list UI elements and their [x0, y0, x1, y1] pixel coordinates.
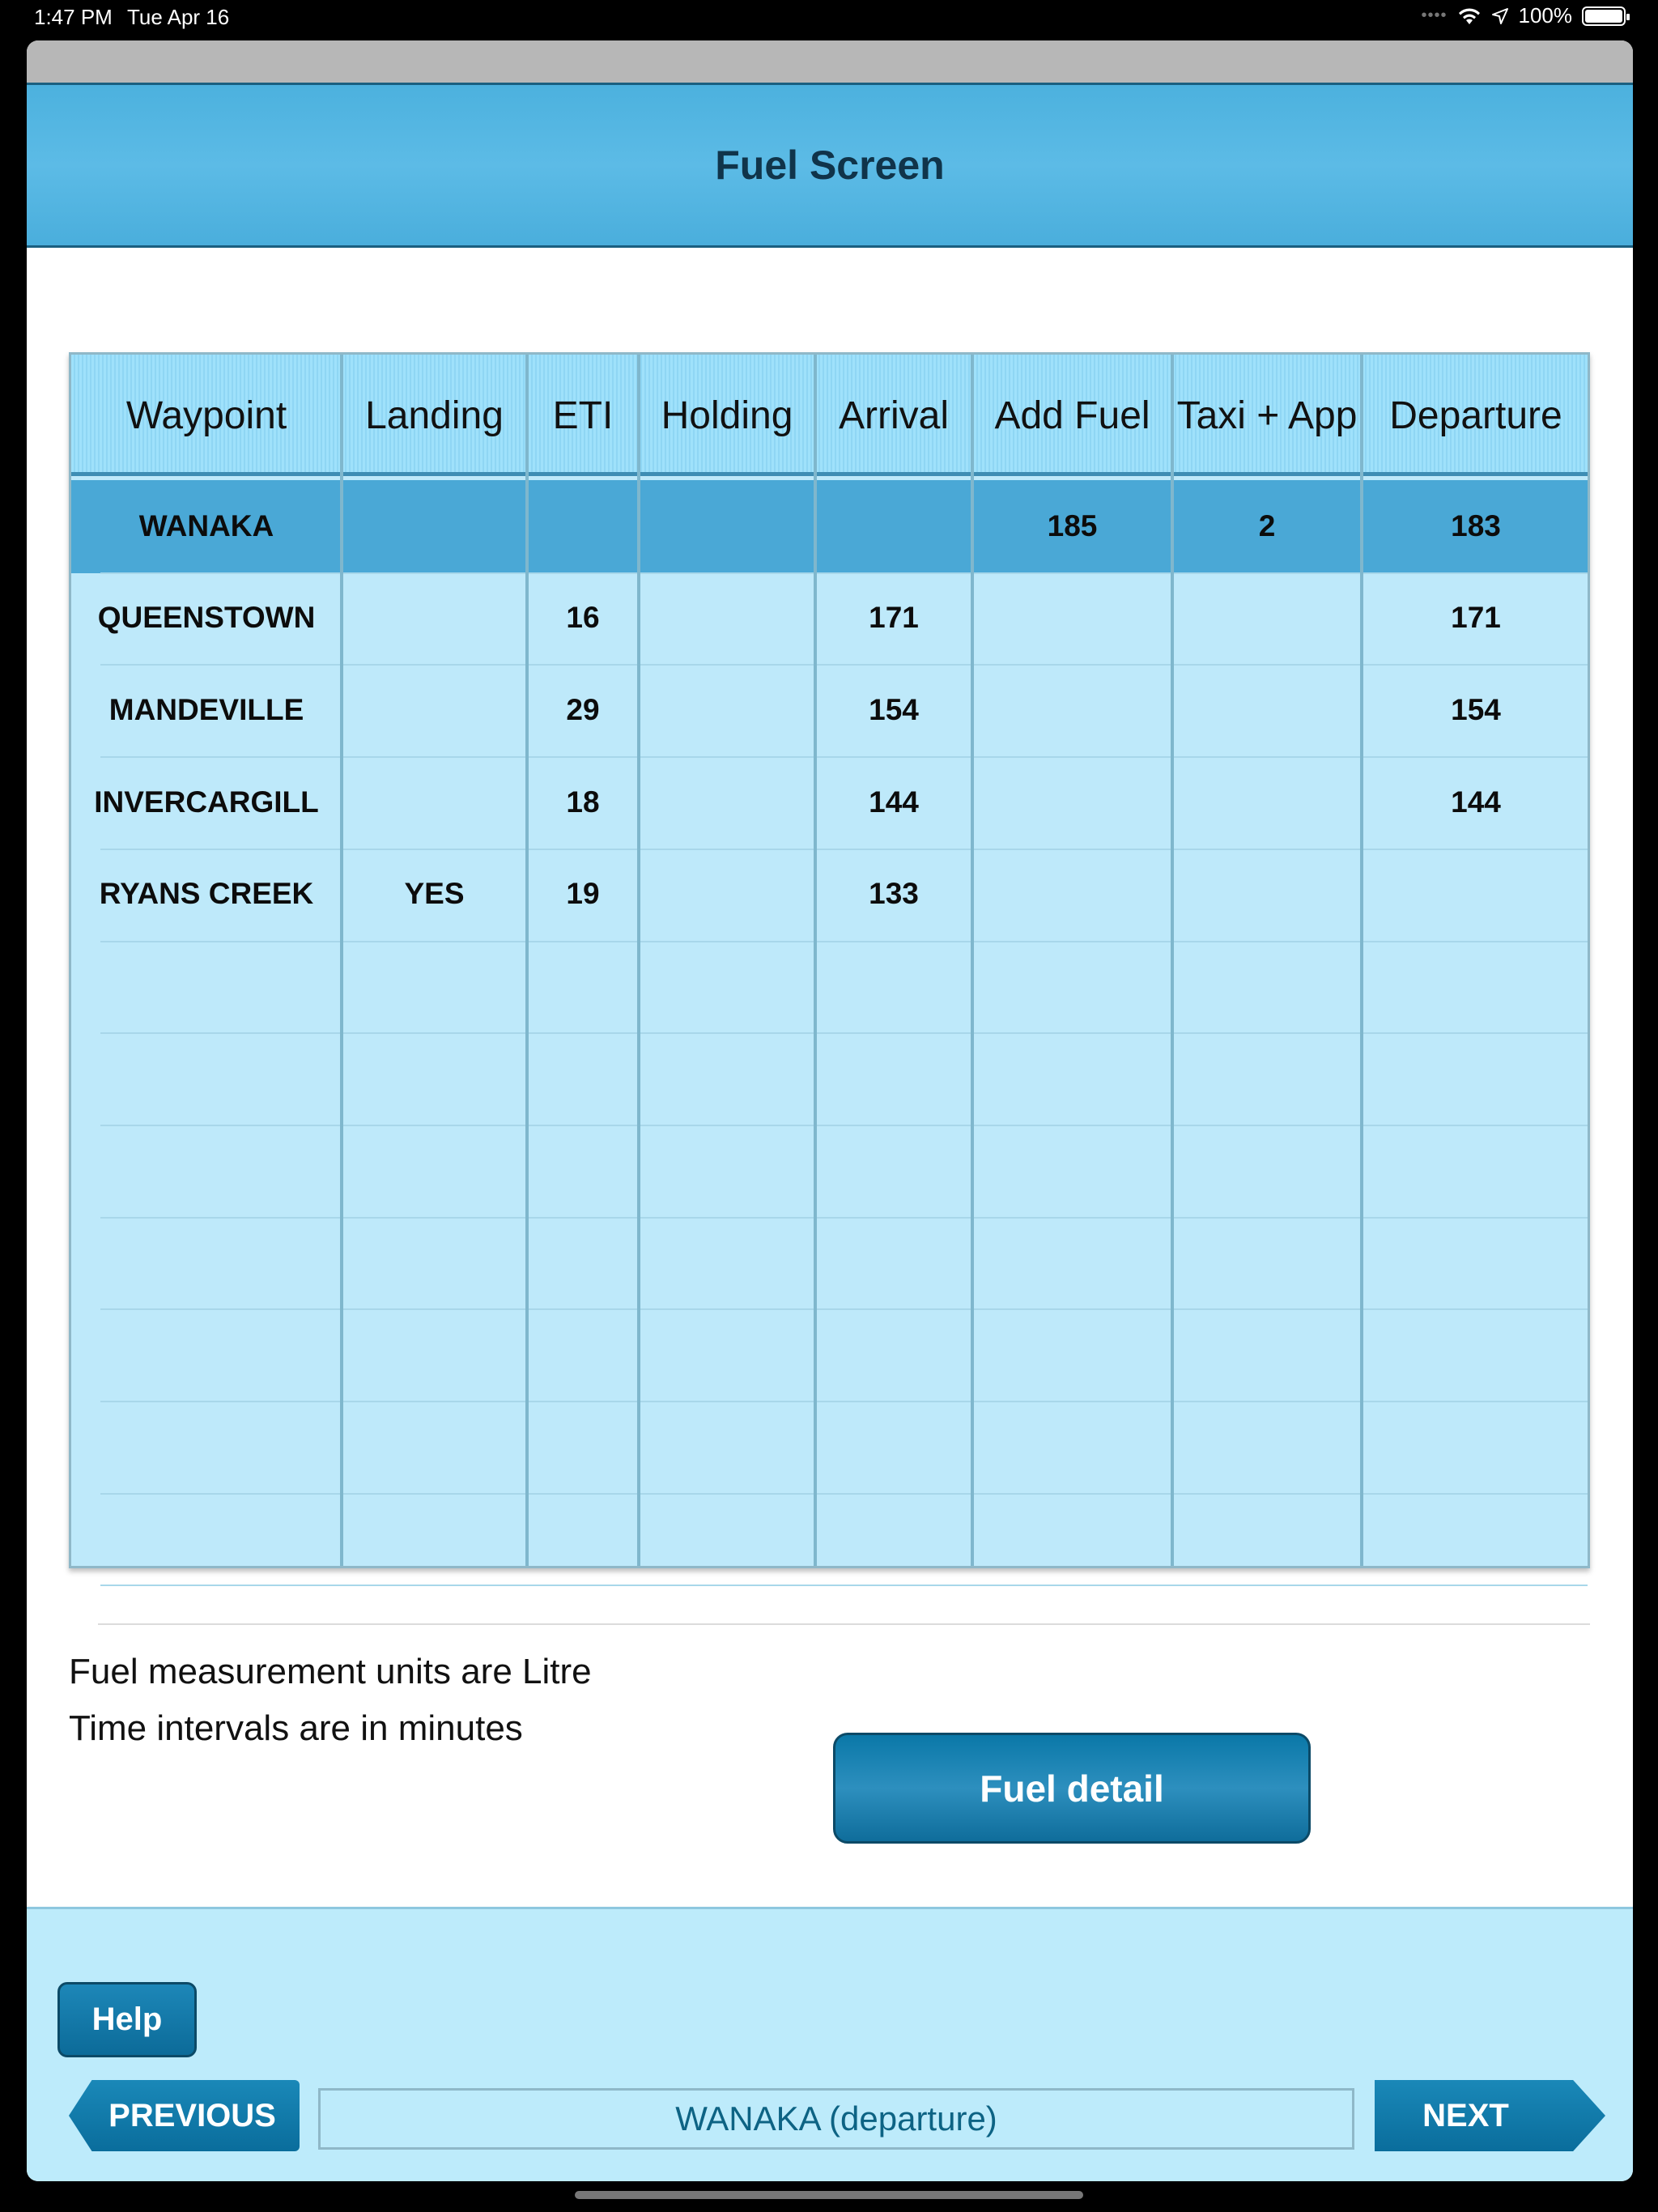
column-divider	[971, 355, 974, 1566]
column-divider	[637, 355, 640, 1566]
cell-eti[interactable]: 29	[527, 664, 639, 755]
bottom-panel: Help PREVIOUS WANAKA (departure) NEXT	[27, 1907, 1633, 2181]
time-note: Time intervals are in minutes	[69, 1708, 523, 1748]
cell-add-fuel[interactable]	[972, 664, 1172, 755]
help-label: Help	[91, 2001, 163, 2037]
row-divider	[100, 1585, 1588, 1587]
cell-add-fuel[interactable]: 185	[972, 480, 1172, 572]
status-time: 1:47 PM	[34, 5, 113, 29]
column-header-departure: Departure	[1389, 393, 1562, 437]
cell-taxi-app[interactable]	[1172, 849, 1362, 940]
cell-arrival[interactable]	[815, 480, 972, 572]
cell-landing[interactable]	[342, 480, 527, 572]
previous-button[interactable]: PREVIOUS	[69, 2080, 300, 2151]
cell-eti[interactable]: 19	[527, 849, 639, 940]
cell-eti[interactable]	[527, 480, 639, 572]
status-date: Tue Apr 16	[127, 5, 230, 29]
cell-taxi-app[interactable]: 2	[1172, 480, 1362, 572]
top-bar	[27, 40, 1633, 83]
cell-holding[interactable]	[639, 480, 815, 572]
cell-landing[interactable]	[342, 756, 527, 848]
cell-waypoint[interactable]: QUEENSTOWN	[71, 572, 342, 664]
cell-arrival[interactable]: 154	[815, 664, 972, 755]
column-header-landing: Landing	[365, 393, 504, 437]
column-divider	[340, 355, 343, 1566]
fuel-detail-label: Fuel detail	[980, 1767, 1164, 1810]
page-title: Fuel Screen	[715, 143, 945, 188]
header-bar: Fuel Screen	[27, 83, 1633, 248]
column-divider	[1360, 355, 1363, 1566]
cell-landing[interactable]	[342, 572, 527, 664]
cell-taxi-app[interactable]	[1172, 756, 1362, 848]
fuel-detail-button[interactable]: Fuel detail	[833, 1733, 1311, 1844]
cell-add-fuel[interactable]	[972, 572, 1172, 664]
cell-landing[interactable]	[342, 664, 527, 755]
cell-taxi-app[interactable]	[1172, 572, 1362, 664]
cell-arrival[interactable]: 144	[815, 756, 972, 848]
wifi-icon	[1458, 7, 1480, 24]
cell-arrival[interactable]: 133	[815, 849, 972, 940]
column-header-arrival: Arrival	[838, 393, 949, 437]
cell-holding[interactable]	[639, 572, 815, 664]
cell-add-fuel[interactable]	[972, 756, 1172, 848]
row-divider	[100, 848, 1588, 850]
cellular-icon: ••••	[1421, 6, 1448, 24]
cell-holding[interactable]	[639, 664, 815, 755]
column-header-add-fuel: Add Fuel	[994, 393, 1150, 437]
column-divider	[1171, 355, 1174, 1566]
row-divider	[100, 940, 1588, 942]
row-divider	[100, 572, 1588, 574]
help-button[interactable]: Help	[57, 1982, 197, 2057]
row-divider	[100, 664, 1588, 666]
cell-arrival[interactable]: 171	[815, 572, 972, 664]
current-waypoint-label: WANAKA (departure)	[675, 2099, 997, 2138]
row-divider	[100, 1032, 1588, 1035]
cell-departure[interactable]: 183	[1362, 480, 1590, 572]
status-bar: 1:47 PM Tue Apr 16 •••• 100%	[0, 0, 1658, 34]
next-label: NEXT	[1422, 2097, 1509, 2133]
home-indicator[interactable]	[575, 2191, 1083, 2199]
row-divider	[100, 1492, 1588, 1495]
app-screen: Fuel Screen Waypoint Landing ETI Holding Arr…	[27, 40, 1633, 2181]
cell-waypoint[interactable]: INVERCARGILL	[71, 756, 342, 848]
divider	[98, 1623, 1590, 1625]
column-divider	[814, 355, 817, 1566]
next-button[interactable]: NEXT	[1375, 2080, 1605, 2151]
cell-eti[interactable]: 18	[527, 756, 639, 848]
cell-waypoint[interactable]: MANDEVILLE	[71, 664, 342, 755]
cell-departure[interactable]	[1362, 849, 1590, 940]
row-divider	[100, 756, 1588, 759]
fuel-table: Waypoint Landing ETI Holding Arrival Add Fuel…	[69, 352, 1590, 1587]
column-header-holding: Holding	[661, 393, 793, 437]
cell-add-fuel[interactable]	[972, 849, 1172, 940]
previous-label: PREVIOUS	[108, 2097, 276, 2133]
row-divider	[100, 1308, 1588, 1311]
battery-percent: 100%	[1518, 3, 1573, 28]
cell-departure[interactable]: 154	[1362, 664, 1590, 755]
cell-taxi-app[interactable]	[1172, 664, 1362, 755]
cell-departure[interactable]: 144	[1362, 756, 1590, 848]
cell-waypoint[interactable]: WANAKA	[71, 480, 342, 572]
column-header-taxi-app: Taxi + App	[1176, 393, 1358, 437]
column-header-eti: ETI	[552, 393, 614, 437]
column-header-waypoint: Waypoint	[125, 393, 287, 437]
row-divider	[100, 1216, 1588, 1219]
cell-departure[interactable]: 171	[1362, 572, 1590, 664]
current-waypoint-display: WANAKA (departure)	[318, 2088, 1354, 2150]
location-arrow-icon	[1491, 7, 1508, 24]
cell-holding[interactable]	[639, 756, 815, 848]
row-divider	[100, 1401, 1588, 1402]
cell-holding[interactable]	[639, 849, 815, 940]
cell-landing[interactable]: YES	[342, 849, 527, 940]
cell-eti[interactable]: 16	[527, 572, 639, 664]
units-note: Fuel measurement units are Litre	[69, 1652, 592, 1691]
column-divider	[525, 355, 529, 1566]
battery-icon	[1582, 6, 1630, 26]
row-divider	[100, 1124, 1588, 1126]
cell-waypoint[interactable]: RYANS CREEK	[71, 849, 342, 940]
status-indicators: •••• 100%	[1421, 3, 1630, 28]
